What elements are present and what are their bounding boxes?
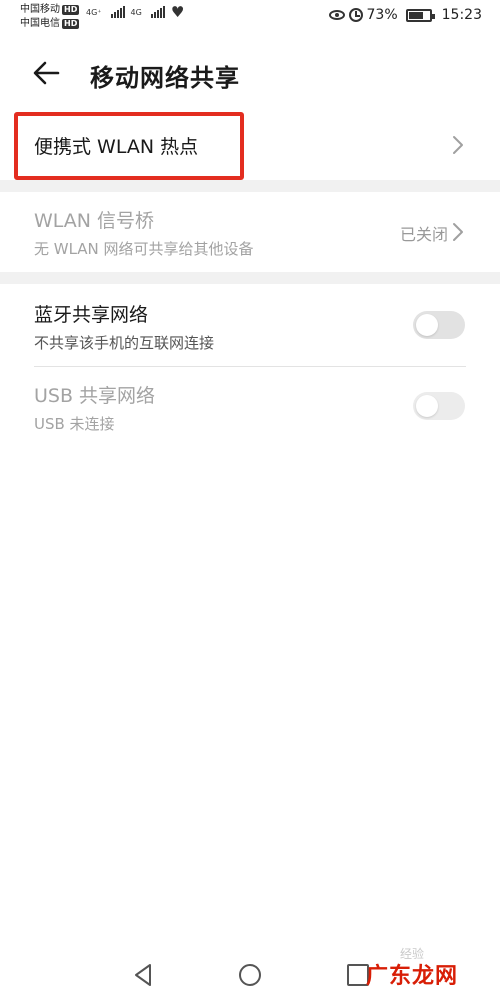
network-type-1: 4G⁺ xyxy=(86,7,102,17)
page-title: 移动网络共享 xyxy=(90,64,240,92)
eye-comfort-icon xyxy=(328,10,345,20)
wlan-bridge-subtitle: 无 WLAN 网络可共享给其他设备 xyxy=(34,240,254,258)
wlan-bridge-row[interactable]: WLAN 信号桥 无 WLAN 网络可共享给其他设备 已关闭 xyxy=(0,192,500,270)
section-divider xyxy=(0,272,500,284)
carrier-info: 中国移动 HD 中国电信 HD xyxy=(20,3,80,31)
usb-tethering-toggle[interactable] xyxy=(413,392,465,420)
triangle-back-icon xyxy=(135,964,151,986)
clock: 15:23 xyxy=(441,7,482,23)
network-type-2: 4G xyxy=(130,7,142,17)
signal-indicators: 4G⁺ 4G ♥ xyxy=(86,3,185,21)
status-bar: 中国移动 HD 中国电信 HD 4G⁺ 4G ♥ 73% 15:23 xyxy=(0,0,500,36)
usb-tethering-label: USB 共享网络 xyxy=(34,385,156,407)
app-header: 移动网络共享 xyxy=(0,50,500,98)
nav-home-button[interactable] xyxy=(233,960,267,990)
battery-icon xyxy=(405,8,435,22)
bluetooth-tethering-row[interactable]: 蓝牙共享网络 不共享该手机的互联网连接 xyxy=(0,286,500,366)
wlan-bridge-status: 已关闭 xyxy=(399,225,448,244)
back-button[interactable] xyxy=(30,56,70,92)
hd-badge-2: HD xyxy=(62,19,80,29)
watermark-logo: 广东龙网 xyxy=(366,964,459,989)
signal-strength-icon xyxy=(150,6,165,18)
heart-icon: ♥ xyxy=(170,3,185,21)
usb-tethering-subtitle: USB 未连接 xyxy=(34,415,115,433)
wlan-bridge-label: WLAN 信号桥 xyxy=(34,210,155,232)
alarm-icon xyxy=(348,8,363,22)
bluetooth-tethering-label: 蓝牙共享网络 xyxy=(34,304,149,326)
carrier-2: 中国电信 xyxy=(20,18,60,29)
arrow-left-icon xyxy=(33,61,60,85)
battery-percent: 73% xyxy=(366,7,398,23)
hotspot-label: 便携式 WLAN 热点 xyxy=(34,136,199,158)
system-status: 73% 15:23 xyxy=(328,7,482,23)
circle-home-icon xyxy=(239,964,261,986)
chevron-right-icon xyxy=(453,136,463,154)
toggle-knob xyxy=(416,314,438,336)
bluetooth-tethering-subtitle: 不共享该手机的互联网连接 xyxy=(34,334,215,352)
carrier-1: 中国移动 xyxy=(20,4,60,15)
hotspot-row[interactable]: 便携式 WLAN 热点 xyxy=(0,112,500,178)
hd-badge-1: HD xyxy=(62,5,80,15)
toggle-knob xyxy=(416,395,438,417)
signal-strength-icon xyxy=(110,6,125,18)
bluetooth-tethering-toggle[interactable] xyxy=(413,311,465,339)
usb-tethering-row[interactable]: USB 共享网络 USB 未连接 xyxy=(0,367,500,447)
chevron-right-icon xyxy=(453,223,463,241)
nav-back-button[interactable] xyxy=(128,960,162,990)
section-divider xyxy=(0,180,500,192)
